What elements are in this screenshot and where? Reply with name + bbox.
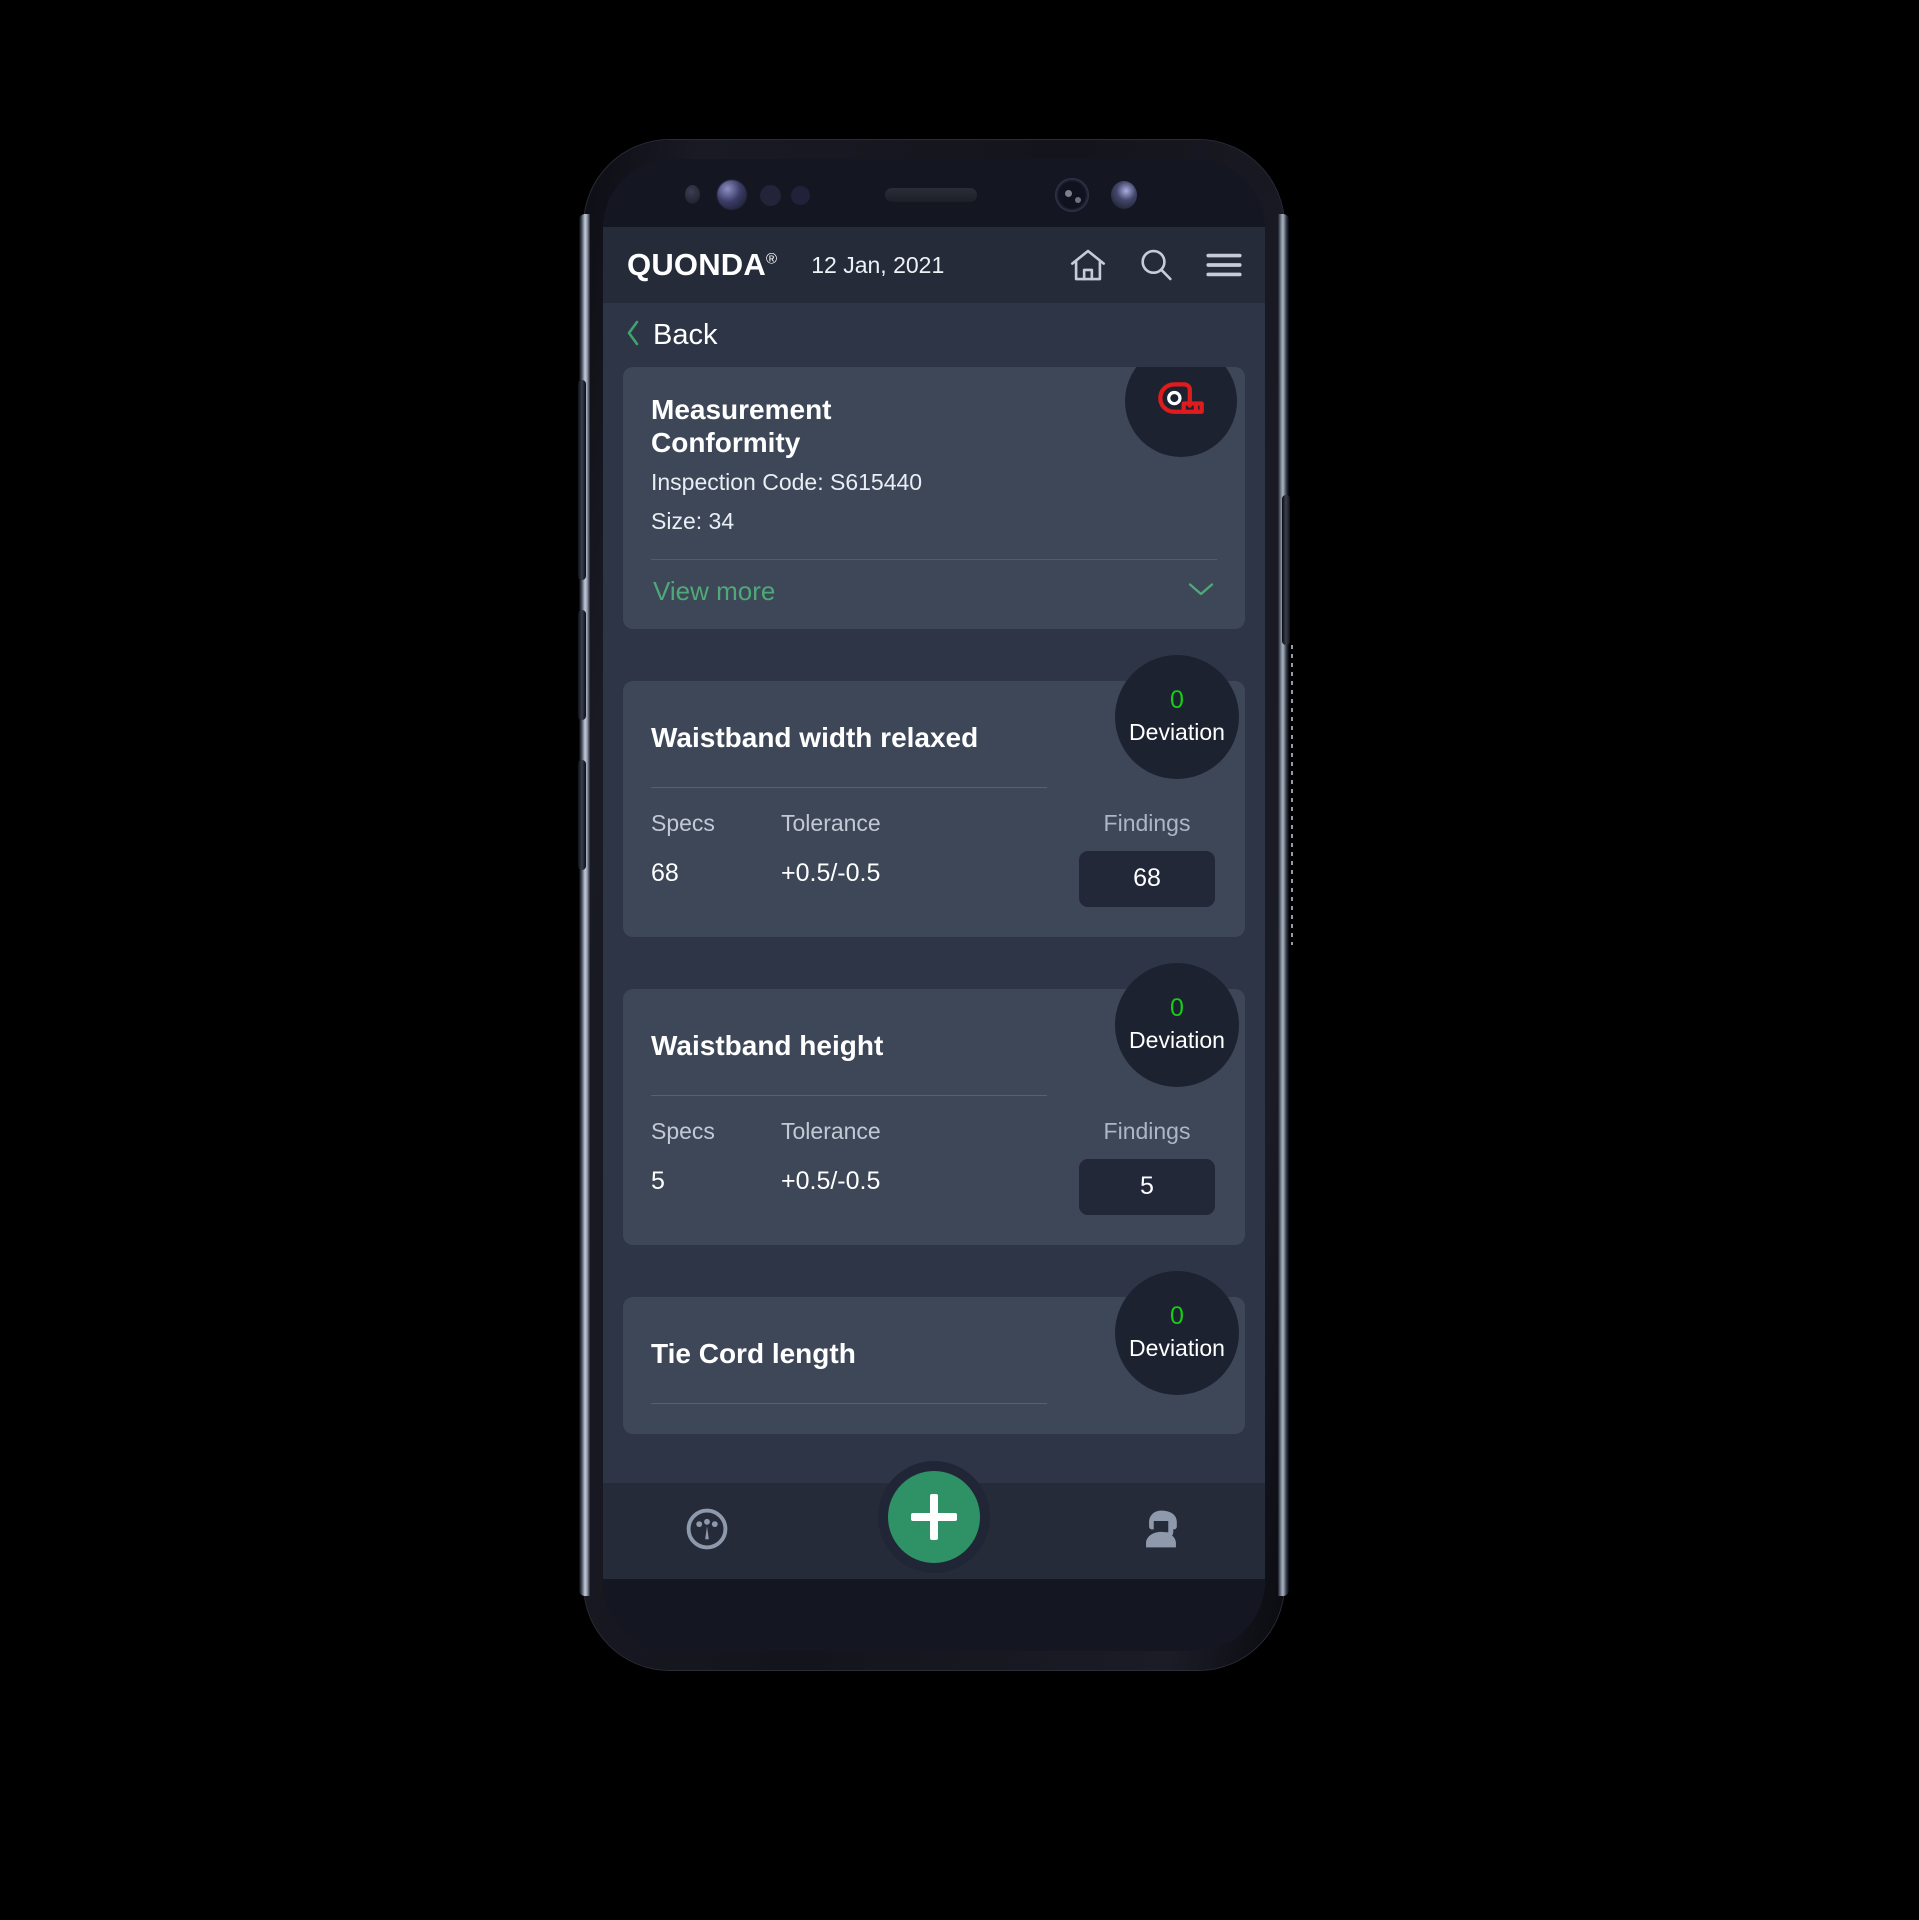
right-edge-highlight: [1291, 645, 1293, 945]
findings-input[interactable]: 5: [1079, 1158, 1215, 1215]
search-icon[interactable]: [1135, 244, 1177, 286]
findings-input[interactable]: 68: [1079, 850, 1215, 907]
back-label: Back: [653, 318, 718, 351]
deviation-value: 0: [1170, 993, 1184, 1022]
proximity-sensor-icon: [685, 185, 700, 204]
deviation-badge: 0 Deviation: [1115, 654, 1239, 779]
measurement-values: Specs 5 Tolerance +0.5/-0.5 Findings 5: [651, 1118, 1217, 1215]
measurement-name: Waistband width relaxed: [651, 721, 979, 753]
tolerance-column: Tolerance +0.5/-0.5: [781, 810, 981, 888]
power-button[interactable]: [1282, 495, 1290, 645]
inspection-size: Size: 34: [651, 507, 735, 534]
measurement-card[interactable]: Waistband height Specs 5 Tolerance +0.5/…: [623, 962, 1245, 1245]
measurement-card[interactable]: Waistband width relaxed Specs 68 Toleran…: [623, 654, 1245, 937]
deviation-badge: 0 Deviation: [1115, 962, 1239, 1087]
plus-icon: [911, 1494, 957, 1540]
deviation-label: Deviation: [1129, 1334, 1225, 1361]
earpiece-speaker: [885, 188, 977, 202]
page-title: Measurement Conformity: [651, 393, 981, 459]
phone-right-rail: [1278, 214, 1289, 1596]
app-header: QUONDA® 12 Jan, 2021: [603, 227, 1265, 303]
chevron-down-icon: [1187, 580, 1215, 603]
findings-column: Findings 68: [1077, 810, 1217, 907]
tolerance-value: +0.5/-0.5: [781, 858, 881, 887]
specs-value: 68: [651, 858, 679, 887]
dashboard-gauge-icon[interactable]: [681, 1503, 733, 1560]
screenshot-stage: QUONDA® 12 Jan, 2021 Back Measurement Co…: [0, 0, 1919, 1920]
measurement-name: Waistband height: [651, 1029, 884, 1061]
back-button[interactable]: Back: [603, 303, 1265, 367]
phone-screen: QUONDA® 12 Jan, 2021 Back Measurement Co…: [603, 159, 1265, 1651]
assistant-button[interactable]: [578, 760, 586, 870]
phone-top-bezel: [603, 159, 1265, 227]
content-scroll-area[interactable]: Measurement Conformity Inspection Code: …: [603, 367, 1265, 1483]
volume-up-button[interactable]: [578, 380, 586, 580]
hamburger-menu-icon[interactable]: [1203, 244, 1245, 286]
specs-column: Specs 5: [651, 1118, 781, 1196]
chevron-left-icon: [625, 319, 641, 352]
home-icon[interactable]: [1067, 244, 1109, 286]
front-camera-housing-icon: [1055, 178, 1089, 212]
measurement-divider: [651, 1402, 1048, 1404]
tolerance-value: +0.5/-0.5: [781, 1166, 881, 1195]
page-title-line2: Conformity: [651, 427, 801, 459]
view-more-label: View more: [653, 575, 776, 606]
page-title-line1: Measurement: [651, 394, 832, 425]
inspection-info-card[interactable]: Measurement Conformity Inspection Code: …: [623, 367, 1245, 629]
deviation-value: 0: [1170, 685, 1184, 714]
specs-value: 5: [651, 1166, 665, 1195]
view-more-toggle[interactable]: View more: [651, 560, 1217, 629]
front-camera-lens-dot: [1065, 190, 1072, 197]
app-logo[interactable]: QUONDA®: [627, 247, 777, 283]
bottom-navigation-bar: [603, 1471, 1265, 1579]
tolerance-label: Tolerance: [781, 809, 881, 836]
deviation-label: Deviation: [1129, 718, 1225, 745]
measurement-divider: [651, 1094, 1048, 1096]
volume-down-button[interactable]: [578, 610, 586, 720]
measurement-values: Specs 68 Tolerance +0.5/-0.5 Findings 68: [651, 810, 1217, 907]
measurement-divider: [651, 786, 1048, 788]
specs-column: Specs 68: [651, 810, 781, 888]
deviation-badge: 0 Deviation: [1115, 1270, 1239, 1395]
phone-device: QUONDA® 12 Jan, 2021 Back Measurement Co…: [578, 140, 1293, 1670]
findings-column: Findings 5: [1077, 1118, 1217, 1215]
front-camera-icon: [1111, 181, 1137, 209]
measurement-card[interactable]: Tie Cord length 0 Deviation: [623, 1270, 1245, 1434]
notification-led-icon: [791, 186, 810, 205]
tolerance-label: Tolerance: [781, 1117, 881, 1144]
inspection-code: Inspection Code: S615440: [651, 469, 923, 496]
header-date: 12 Jan, 2021: [811, 251, 945, 278]
add-button[interactable]: [888, 1471, 980, 1563]
header-actions: [1067, 244, 1245, 286]
support-agent-icon[interactable]: [1135, 1503, 1187, 1560]
registered-trademark-icon: ®: [765, 250, 778, 268]
app-logo-text: QUONDA: [627, 247, 766, 282]
deviation-label: Deviation: [1129, 1026, 1225, 1053]
measurement-type-badge: [1125, 367, 1237, 457]
specs-label: Specs: [651, 809, 715, 836]
front-camera-lens-dot-secondary: [1075, 197, 1081, 203]
tape-measure-icon: [1149, 367, 1213, 436]
measurement-name: Tie Cord length: [651, 1337, 856, 1369]
deviation-value: 0: [1170, 1301, 1184, 1330]
app-viewport: QUONDA® 12 Jan, 2021 Back Measurement Co…: [603, 227, 1265, 1579]
tolerance-column: Tolerance +0.5/-0.5: [781, 1118, 981, 1196]
iris-scanner-icon: [717, 180, 747, 210]
specs-label: Specs: [651, 1117, 715, 1144]
findings-label: Findings: [1103, 1117, 1191, 1144]
ambient-light-sensor-icon: [760, 185, 781, 206]
phone-bottom-bezel: [603, 1579, 1265, 1651]
findings-label: Findings: [1103, 809, 1191, 836]
